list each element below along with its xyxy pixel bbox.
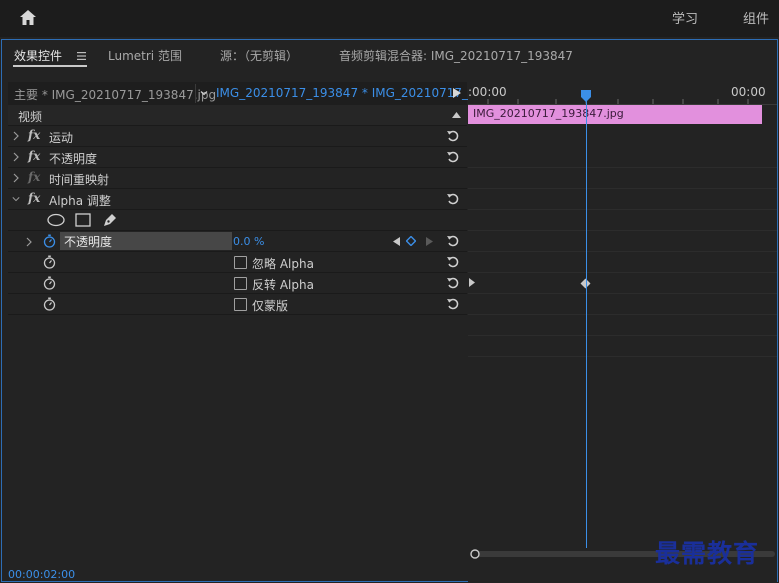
effect-row-time-remapping[interactable]: fx 时间重映射	[8, 168, 467, 189]
stopwatch-icon[interactable]	[43, 276, 56, 290]
video-header-label: 视频	[18, 110, 43, 124]
reset-icon[interactable]	[446, 276, 460, 290]
nav-components[interactable]: 组件	[743, 8, 769, 27]
collapse-up-icon[interactable]	[452, 112, 461, 118]
master-clip-label[interactable]: 主要 * IMG_20210717_193847.jpg	[14, 86, 216, 103]
timeline-row	[468, 210, 777, 231]
invert-alpha-checkbox[interactable]	[234, 277, 247, 290]
param-name-field[interactable]: 不透明度	[60, 232, 232, 250]
nav-learn[interactable]: 学习	[672, 8, 698, 27]
param-row-opacity: 不透明度 0.0 %	[8, 231, 467, 252]
time-ruler[interactable]: :00:00 00:00	[468, 82, 777, 105]
timeline-row	[468, 294, 777, 315]
param-row-ignore-alpha: 忽略 Alpha	[8, 252, 467, 273]
chevron-right-icon[interactable]	[25, 237, 33, 247]
effect-name: Alpha 调整	[49, 194, 111, 208]
ignore-alpha-checkbox[interactable]	[234, 256, 247, 269]
keyframe-start-marker-icon	[469, 278, 475, 287]
chevron-down-icon[interactable]	[12, 194, 20, 204]
timeline-row-opacity	[468, 273, 777, 294]
param-row-mask-only: 仅蒙版	[8, 294, 467, 315]
panel-menu-icon[interactable]	[77, 52, 86, 60]
opacity-value[interactable]: 0.0 %	[233, 235, 264, 248]
effect-timeline: :00:00 00:00 IMG_20210717_193847.jpg	[468, 82, 777, 583]
timeline-row	[468, 168, 777, 189]
param-name-label: 不透明度	[64, 235, 113, 249]
fx-icon[interactable]: fx	[28, 149, 40, 163]
stopwatch-icon[interactable]	[43, 297, 56, 311]
playhead-line[interactable]	[586, 92, 587, 548]
timeline-row	[468, 147, 777, 168]
play-icon[interactable]	[453, 88, 461, 98]
effect-name: 不透明度	[49, 152, 98, 166]
chevron-down-icon[interactable]	[198, 87, 210, 99]
clip-selector-row: 主要 * IMG_20210717_193847.jpg IMG_2021071…	[8, 82, 479, 105]
reset-icon[interactable]	[446, 234, 460, 248]
invert-alpha-label: 反转 Alpha	[252, 278, 314, 292]
fx-icon[interactable]: fx	[28, 128, 40, 142]
chevron-right-icon[interactable]	[12, 131, 20, 141]
reset-icon[interactable]	[446, 297, 460, 311]
reset-icon[interactable]	[446, 129, 460, 143]
sequence-clip-label[interactable]: IMG_20210717_193847 * IMG_20210717_...	[216, 86, 479, 100]
chevron-right-icon[interactable]	[12, 173, 20, 183]
prev-keyframe-icon[interactable]	[393, 237, 400, 246]
tab-lumetri-scopes[interactable]: Lumetri 范围	[108, 47, 182, 64]
pen-mask-icon[interactable]	[102, 212, 118, 228]
fx-icon[interactable]: fx	[28, 191, 40, 205]
mask-only-checkbox[interactable]	[234, 298, 247, 311]
rectangle-mask-icon[interactable]	[75, 213, 91, 227]
home-icon[interactable]	[18, 8, 38, 28]
top-bar: 学习 组件	[0, 0, 779, 37]
ignore-alpha-label: 忽略 Alpha	[252, 257, 314, 271]
effect-controls-panel: 效果控件 Lumetri 范围 源：（无剪辑） 音频剪辑混合器: IMG_202…	[1, 39, 778, 583]
timeline-row	[468, 315, 777, 336]
effect-name: 时间重映射	[49, 173, 110, 187]
panel-tab-bar: 效果控件 Lumetri 范围 源：（无剪辑） 音频剪辑混合器: IMG_202…	[2, 40, 777, 68]
effect-row-opacity[interactable]: fx 不透明度	[8, 147, 467, 168]
current-timecode[interactable]: 00:00:02:00	[8, 568, 75, 581]
param-row-invert-alpha: 反转 Alpha	[8, 273, 467, 294]
effect-row-alpha-adjust[interactable]: fx Alpha 调整	[8, 189, 467, 210]
video-section-header: 视频	[8, 105, 467, 126]
effect-row-motion[interactable]: fx 运动	[8, 126, 467, 147]
timeline-row	[468, 231, 777, 252]
next-keyframe-icon[interactable]	[426, 237, 433, 246]
tab-source[interactable]: 源：（无剪辑）	[220, 47, 298, 64]
add-keyframe-icon[interactable]	[406, 236, 416, 246]
playhead-handle-icon[interactable]	[580, 90, 592, 102]
stopwatch-icon[interactable]	[43, 234, 56, 248]
watermark-logo: 最需教育	[655, 539, 760, 568]
fx-icon: fx	[28, 170, 41, 184]
ruler-ticks	[487, 99, 749, 104]
effect-name: 运动	[49, 131, 74, 145]
mask-tools-row	[8, 210, 467, 231]
clip-bar[interactable]: IMG_20210717_193847.jpg	[468, 105, 762, 124]
tab-effect-controls[interactable]: 效果控件	[14, 47, 62, 64]
timeline-row	[468, 252, 777, 273]
reset-icon[interactable]	[446, 255, 460, 269]
active-tab-indicator	[13, 65, 87, 67]
stopwatch-icon[interactable]	[43, 255, 56, 269]
divider	[195, 84, 196, 103]
reset-icon[interactable]	[446, 192, 460, 206]
ellipse-mask-icon[interactable]	[47, 213, 65, 227]
chevron-right-icon[interactable]	[12, 152, 20, 162]
clip-bar-label: IMG_20210717_193847.jpg	[473, 107, 624, 120]
reset-icon[interactable]	[446, 150, 460, 164]
tab-audio-clip-mixer[interactable]: 音频剪辑混合器: IMG_20210717_193847	[339, 47, 573, 64]
timeline-row	[468, 189, 777, 210]
timeline-row	[468, 336, 777, 357]
mask-only-label: 仅蒙版	[252, 299, 289, 313]
